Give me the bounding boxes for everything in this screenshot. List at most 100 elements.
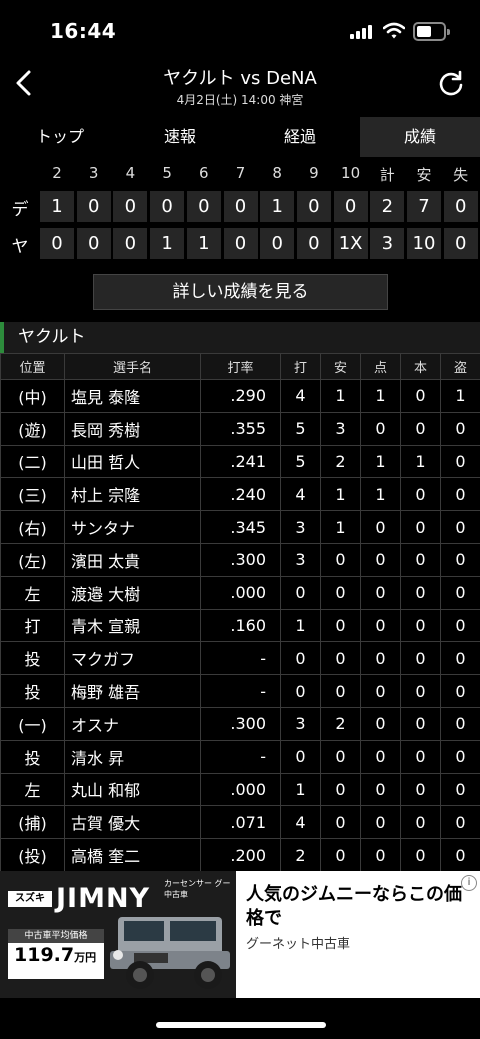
player-name-cell: 梅野 雄吾	[64, 674, 201, 708]
score-cell: 0	[113, 228, 148, 259]
at-bats-cell: 1	[280, 608, 321, 643]
position-cell: (一)	[0, 706, 65, 741]
home-runs-cell: 0	[400, 805, 441, 840]
hits-cell: 0	[320, 542, 361, 577]
score-cell: 1	[186, 228, 221, 259]
table-row: (右) サンタナ .345 3 1 0 0 0	[0, 510, 480, 544]
ad-price: 119.7万円	[14, 944, 97, 966]
signal-icon	[350, 25, 376, 39]
stolen-bases-cell: 0	[440, 772, 480, 807]
ad-brand-badge: スズキ	[8, 891, 52, 907]
batting-average-cell: .355	[200, 411, 281, 446]
hits-cell: 1	[320, 477, 361, 512]
scoreboard: 2 3 4 5 6 7 8 9 10 計安失 デ 100000100270 ヤ 000110001…	[0, 160, 480, 262]
at-bats-cell: 0	[280, 641, 321, 676]
batting-average-cell: .300	[200, 706, 281, 741]
position-cell: 左	[0, 772, 65, 807]
reload-icon[interactable]	[437, 70, 465, 98]
at-bats-cell: 4	[280, 805, 321, 840]
tab-top[interactable]: トップ	[0, 117, 120, 157]
stolen-bases-cell: 0	[440, 575, 480, 610]
inning-header: 9	[309, 164, 319, 182]
team-abbr: ヤ	[11, 237, 29, 257]
stolen-bases-cell: 0	[440, 510, 480, 544]
at-bats-cell: 3	[280, 706, 321, 741]
batting-average-cell: .200	[200, 838, 281, 872]
hits-cell: 0	[320, 608, 361, 643]
position-cell: (捕)	[0, 805, 65, 840]
tab-progress[interactable]: 経過	[240, 117, 360, 157]
position-cell: (中)	[0, 379, 65, 413]
advertisement-banner[interactable]: スズキ JIMNY カーセンサー グー 中古車 中古車平均価格 119.7万円 …	[0, 871, 480, 998]
score-cell: 0	[150, 191, 185, 222]
stolen-bases-cell: 0	[440, 805, 480, 840]
team-abbr: デ	[11, 200, 29, 220]
hits-cell: 2	[320, 706, 361, 741]
score-cell: 1	[40, 191, 74, 222]
score-cell: 1X	[333, 228, 368, 259]
tab-live[interactable]: 速報	[120, 117, 240, 157]
team-section-header: ヤクルト	[0, 322, 480, 353]
hits-cell: 0	[320, 674, 361, 708]
scoreboard-row-dena: デ 100000100270	[0, 191, 480, 225]
player-name-cell: 塩見 泰隆	[64, 379, 201, 413]
table-row: (三) 村上 宗隆 .240 4 1 1 0 0	[0, 477, 480, 512]
home-indicator[interactable]	[156, 1022, 326, 1028]
home-runs-cell: 0	[400, 772, 441, 807]
hits-cell: 0	[320, 838, 361, 872]
position-cell: 打	[0, 608, 65, 643]
page-title: ヤクルト vs DeNA	[163, 68, 317, 89]
stolen-bases-cell: 1	[440, 379, 480, 413]
position-cell: (左)	[0, 542, 65, 577]
at-bats-cell: 4	[280, 379, 321, 413]
stolen-bases-cell: 0	[440, 542, 480, 577]
player-name-cell: オスナ	[64, 706, 201, 741]
inning-header: 7	[235, 164, 246, 182]
score-cell: 0	[296, 228, 331, 259]
tab-stats[interactable]: 成績	[360, 117, 480, 157]
column-header: 点	[360, 353, 401, 380]
score-cell: 0	[296, 191, 331, 222]
car-image	[110, 917, 230, 989]
hits-cell: 0	[320, 739, 361, 774]
tab-bar: トップ 速報 経過 成績	[0, 117, 480, 157]
header: ヤクルト vs DeNA 4月2日(土) 14:00 神宮	[0, 62, 480, 112]
ad-headline[interactable]: 人気のジムニーならこの価格で	[246, 883, 472, 931]
detailed-stats-button[interactable]: 詳しい成績を見る	[93, 274, 388, 310]
table-row: 打青木 宣親 .160 1 0 0 0 0	[0, 608, 480, 643]
score-cell: 0	[443, 191, 478, 222]
score-cell: 0	[113, 191, 148, 222]
batting-average-cell: .290	[200, 379, 281, 413]
rbi-cell: 0	[360, 772, 401, 807]
inning-header: 2	[52, 164, 62, 182]
info-icon[interactable]: i	[461, 875, 477, 891]
batting-average-cell: -	[200, 641, 281, 676]
player-name-cell: 古賀 優大	[64, 805, 201, 840]
player-name-cell: 長岡 秀樹	[64, 411, 201, 446]
home-runs-cell: 0	[400, 739, 441, 774]
batting-average-cell: .000	[200, 575, 281, 610]
rbi-cell: 0	[360, 608, 401, 643]
rbi-cell: 1	[360, 444, 401, 479]
score-cell: 0	[223, 228, 258, 259]
inning-header: 3	[88, 164, 99, 182]
column-header: 盗	[440, 353, 480, 380]
inning-header: 失	[453, 166, 469, 184]
at-bats-cell: 3	[280, 542, 321, 577]
ad-image[interactable]: スズキ JIMNY カーセンサー グー 中古車 中古車平均価格 119.7万円	[0, 871, 236, 998]
ad-advertiser[interactable]: グーネット中古車	[246, 933, 350, 952]
stolen-bases-cell: 0	[440, 739, 480, 774]
player-name-cell: マクガフ	[64, 641, 201, 676]
hits-cell: 0	[320, 772, 361, 807]
home-runs-cell: 0	[400, 510, 441, 544]
batting-average-cell: -	[200, 739, 281, 774]
score-cell: 0	[186, 191, 221, 222]
position-cell: (右)	[0, 510, 65, 544]
batting-average-cell: .071	[200, 805, 281, 840]
at-bats-cell: 0	[280, 674, 321, 708]
column-header: 選手名	[64, 353, 201, 380]
score-cell: 0	[333, 191, 368, 222]
column-header: 本	[400, 353, 441, 380]
column-header: 安	[320, 353, 361, 380]
rbi-cell: 0	[360, 674, 401, 708]
